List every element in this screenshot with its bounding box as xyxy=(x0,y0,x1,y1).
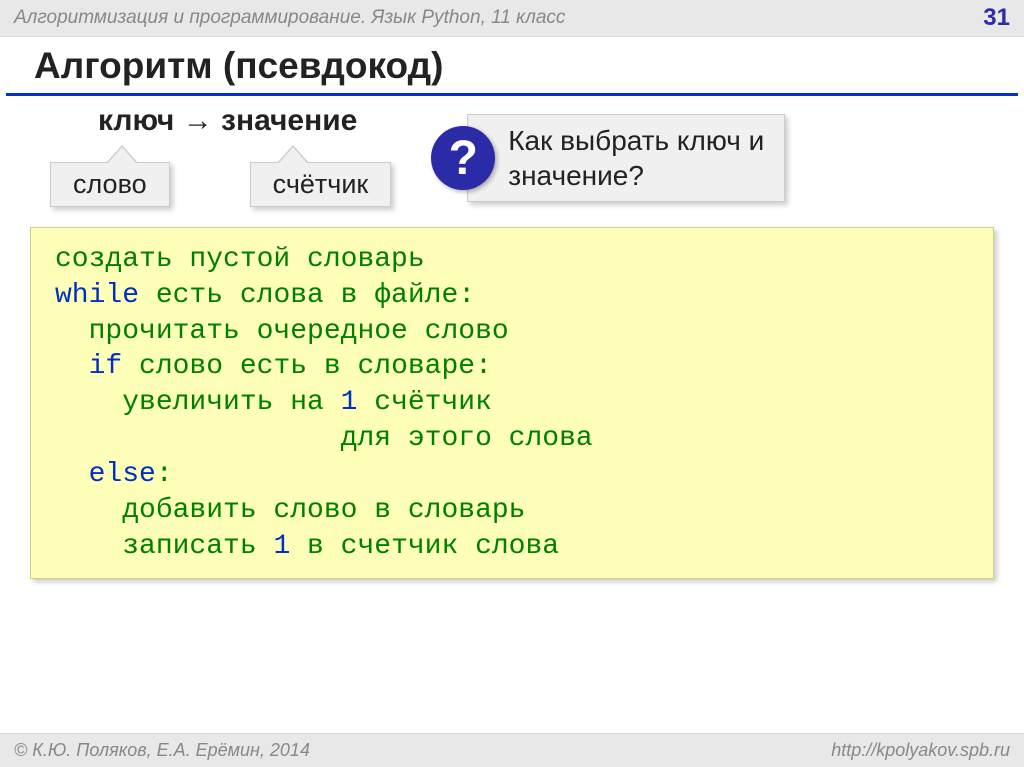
code-l6: для этого слова xyxy=(55,423,593,454)
code-l9b: в счетчик слова xyxy=(290,531,559,562)
code-l3: прочитать очередное слово xyxy=(55,316,509,347)
code-l9-num: 1 xyxy=(273,531,290,562)
question-line1: Как выбрать ключ и xyxy=(508,125,764,156)
code-l1: создать пустой словарь xyxy=(55,244,425,275)
footer-bar: © К.Ю. Поляков, Е.А. Ерёмин, 2014 http:/… xyxy=(0,733,1024,767)
course-title: Алгоритмизация и программирование. Язык … xyxy=(14,7,565,29)
code-l5a: увеличить на xyxy=(55,387,341,418)
key-value-row: ключ → значение слово счётчик ? Как выбр… xyxy=(0,96,1024,207)
kv-left: ключ → значение слово счётчик xyxy=(98,104,391,207)
page-number: 31 xyxy=(983,4,1010,32)
code-block: создать пустой словарь while есть слова … xyxy=(30,227,994,579)
callout-word: слово xyxy=(50,162,170,207)
code-l4-rest: слово есть в словаре: xyxy=(122,351,492,382)
code-l5-num: 1 xyxy=(341,387,358,418)
callouts: слово счётчик xyxy=(50,162,391,207)
code-l7-kw: else xyxy=(89,459,156,490)
code-l5b: счётчик xyxy=(357,387,508,418)
question-text: Как выбрать ключ и значение? xyxy=(467,114,785,202)
code-l2-rest: есть слова в файле: xyxy=(139,280,475,311)
code-l8: добавить слово в словарь xyxy=(55,495,525,526)
arrow-icon: → xyxy=(183,104,213,137)
question-mark-icon: ? xyxy=(431,126,495,190)
kv-value: значение xyxy=(221,104,357,137)
code-l4-kw: if xyxy=(89,351,123,382)
header-bar: Алгоритмизация и программирование. Язык … xyxy=(0,0,1024,37)
footer-author: © К.Ю. Поляков, Е.А. Ерёмин, 2014 xyxy=(14,740,310,761)
code-l7-rest: : xyxy=(156,459,173,490)
code-l7-pad xyxy=(55,459,89,490)
question-line2: значение? xyxy=(508,160,644,191)
page-title: Алгоритм (псевдокод) xyxy=(6,37,1018,96)
kv-key: ключ xyxy=(98,104,174,137)
code-l9a: записать xyxy=(55,531,273,562)
kv-text: ключ → значение xyxy=(98,104,391,138)
question-box: ? Как выбрать ключ и значение? xyxy=(431,114,785,202)
code-l4-pad xyxy=(55,351,89,382)
code-l2-kw: while xyxy=(55,280,139,311)
callout-counter: счётчик xyxy=(250,162,392,207)
footer-url: http://kpolyakov.spb.ru xyxy=(831,740,1010,761)
